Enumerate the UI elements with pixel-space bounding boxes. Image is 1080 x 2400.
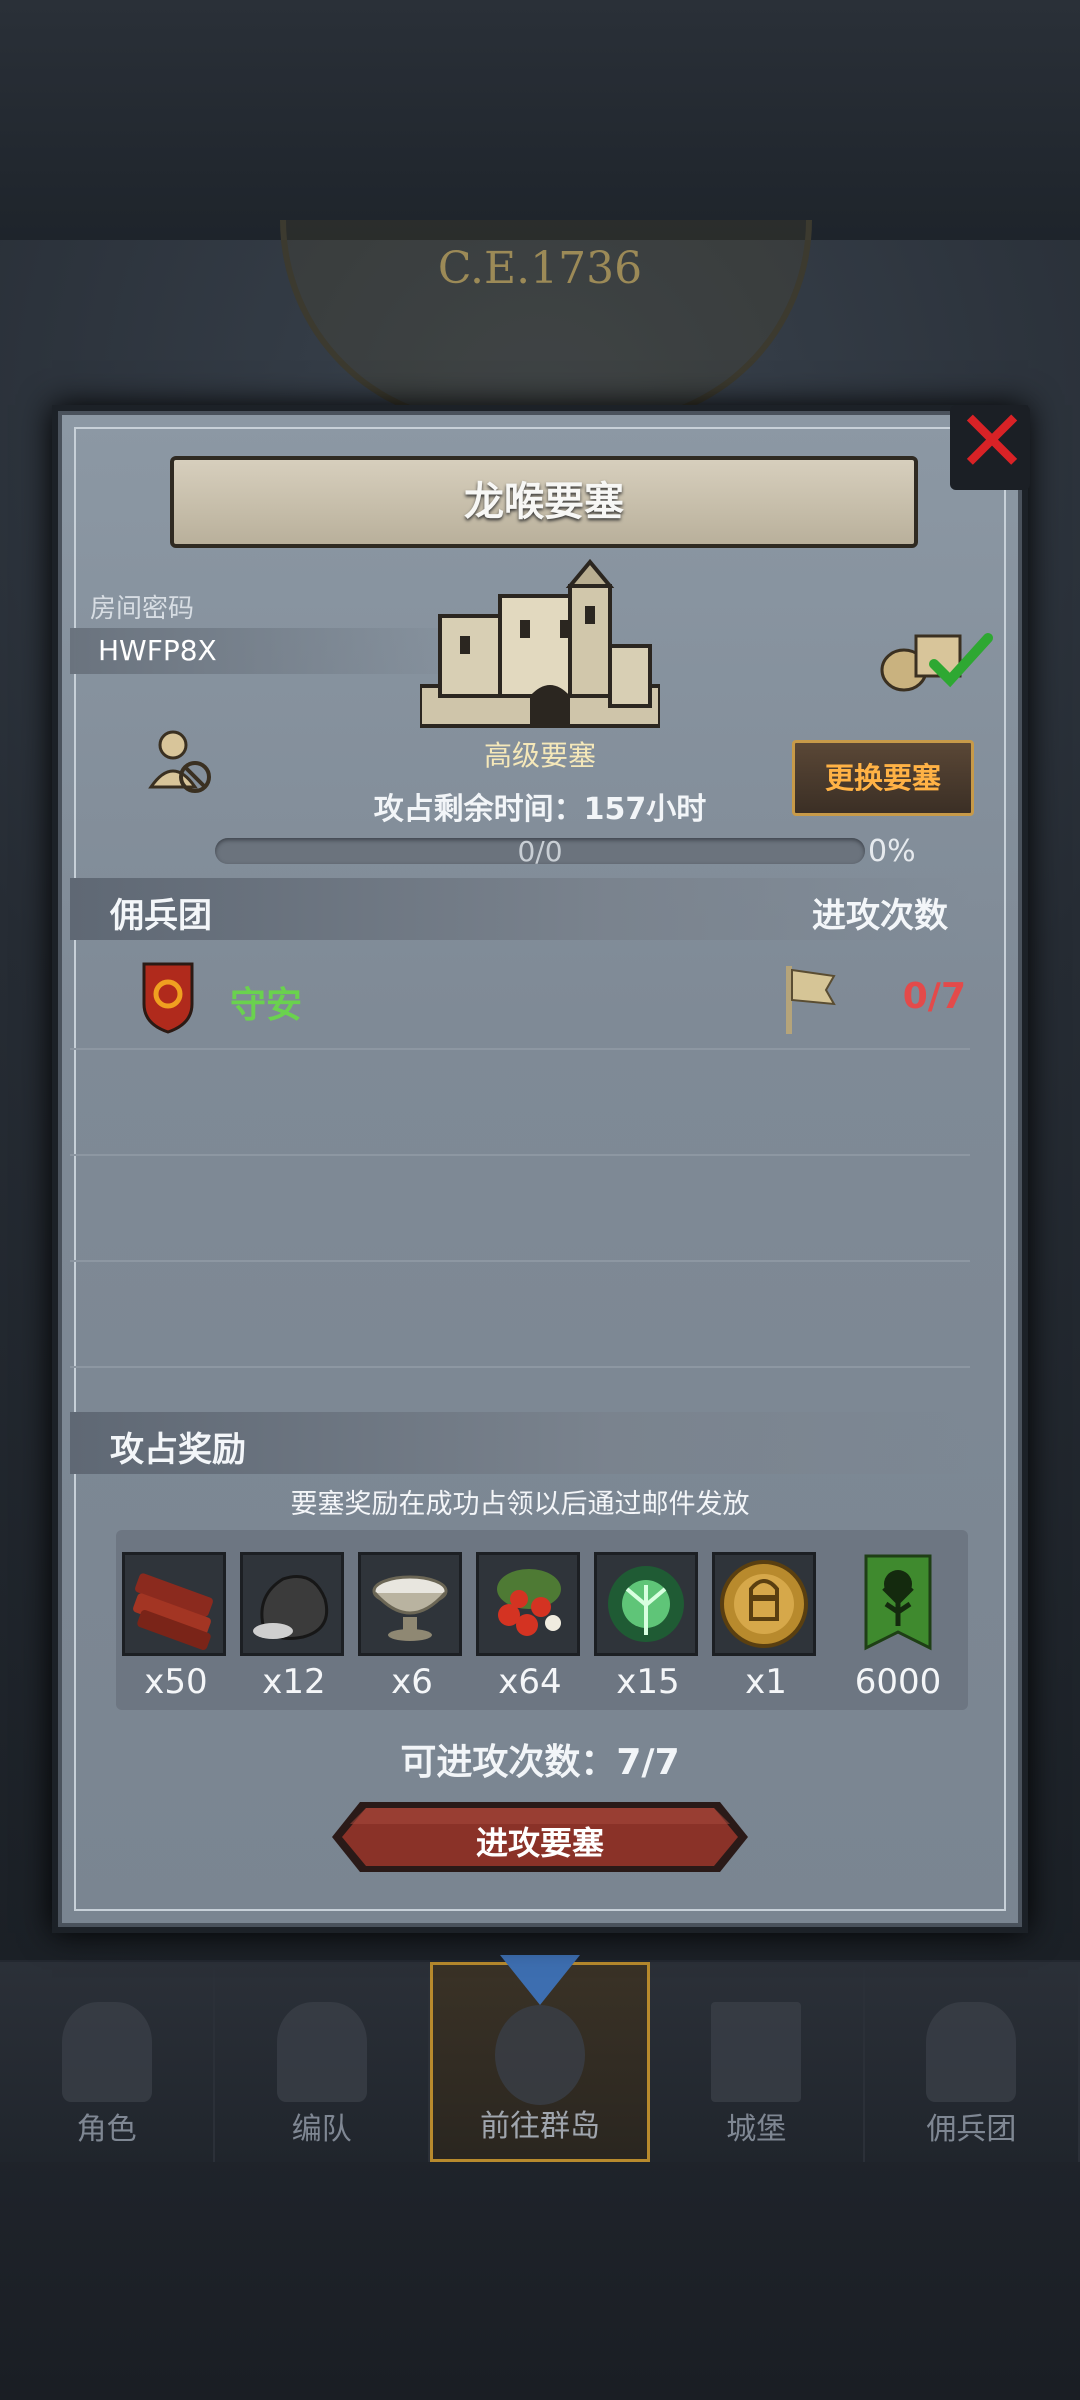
wood-logs-icon [122,1552,226,1656]
nav-label: 角色 [76,2112,137,2147]
room-code-bar: HWFP8X [70,628,470,674]
reward-note: 要塞奖励在成功占领以后通过邮件发放 [290,1489,750,1520]
castle-icon [711,2002,802,2102]
progress-text: 0/0 [517,835,563,868]
row-divider [70,1154,970,1156]
dialog-title: 龙喉要塞 [170,456,918,548]
loot-bag-check-icon[interactable] [876,620,996,700]
flag-icon [786,966,836,1034]
bottom-nav: 角色 编队 前往群岛 城堡 佣兵团 [0,1955,1080,2162]
guild-shield-icon [142,962,194,1034]
reward-qty: x1 [745,1662,787,1702]
guild-row[interactable]: 守安 0/7 [70,948,970,1048]
progress-percent: 0% [868,834,916,869]
change-fortress-button[interactable]: 更换要塞 [792,740,974,816]
close-button[interactable]: ✕ [950,399,1030,490]
reward-item[interactable]: x12 [240,1552,348,1702]
knight-icon [61,2002,152,2102]
compass-icon [495,2005,585,2105]
row-divider [70,1366,970,1368]
reward-qty: x12 [262,1662,326,1702]
mercenary-section-header: 佣兵团 进攻次数 [70,878,970,940]
reward-qty: x64 [498,1662,562,1702]
nav-label: 编队 [291,2112,352,2147]
nav-label: 城堡 [726,2112,787,2147]
nav-item-character[interactable]: 角色 [0,1962,216,2162]
nav-item-islands[interactable]: 前往群岛 [430,1955,650,2162]
green-tree-banner-icon [844,1552,952,1656]
reward-item[interactable]: 6000 [844,1552,952,1702]
reward-item[interactable]: x6 [358,1552,466,1702]
fortress-type: 高级要塞 [483,739,596,772]
attack-count-header-label: 进攻次数 [812,896,948,936]
nav-item-mercenary[interactable]: 佣兵团 [864,1962,1080,2162]
guild-name: 守安 [230,985,303,1026]
attack-fortress-button[interactable]: 进攻要塞 [330,1800,750,1874]
reward-qty: 6000 [854,1662,942,1702]
green-tree-spirit-icon [594,1552,698,1656]
reward-item[interactable]: x50 [122,1552,230,1702]
reward-item[interactable]: x64 [476,1552,584,1702]
reward-qty: x15 [616,1662,680,1702]
reward-section-header: 攻占奖励 [70,1412,970,1474]
row-divider [70,1260,970,1262]
reward-header-label: 攻占奖励 [110,1430,246,1470]
ore-rock-icon [240,1552,344,1656]
reward-qty: x50 [144,1662,208,1702]
chevron-down-icon [500,1955,580,2005]
nav-item-castle[interactable]: 城堡 [649,1962,865,2162]
capture-time-remaining: 攻占剩余时间：157小时 [373,792,707,827]
room-code[interactable]: HWFP8X [98,634,217,667]
reward-qty: x6 [391,1662,433,1702]
no-player-icon[interactable] [145,727,215,797]
attack-button-label: 进攻要塞 [475,1824,604,1862]
red-berries-icon [476,1552,580,1656]
mercenary-header-label: 佣兵团 [110,896,212,936]
castle-icon [420,558,660,728]
guild-attack-count: 0/7 [902,976,966,1017]
room-code-label: 房间密码 [90,594,195,624]
attack-attempts: 可进攻次数：7/7 [400,1742,680,1783]
reward-item[interactable]: x1 [712,1552,820,1702]
silver-bowl-icon [358,1552,462,1656]
helmet-icon [276,2002,367,2102]
nav-item-formation[interactable]: 编队 [215,1962,431,2162]
capture-progress-bar: 0/0 [215,835,865,868]
row-divider [70,1048,970,1050]
close-icon: ✕ [956,392,1029,492]
era-label: C.E.1736 [437,243,643,294]
mercenary-icon [926,2002,1017,2102]
golden-helmet-medal-icon [712,1552,816,1656]
reward-item[interactable]: x15 [594,1552,702,1702]
background-top [0,0,1080,240]
nav-label: 佣兵团 [926,2112,1017,2147]
nav-label: 前往群岛 [480,2109,600,2144]
